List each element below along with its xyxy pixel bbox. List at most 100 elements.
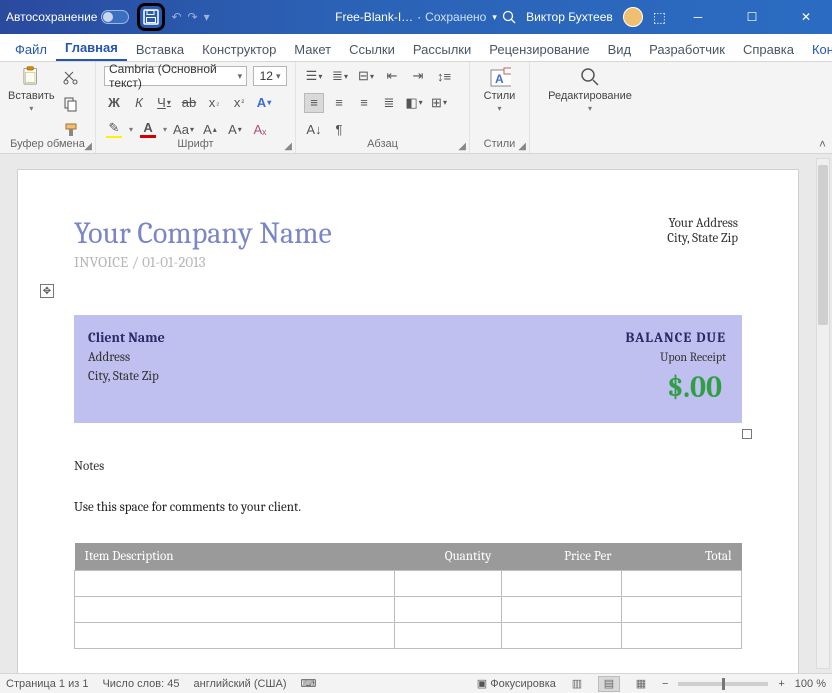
italic-button[interactable]: К xyxy=(129,93,149,113)
shading-button[interactable]: ◧▾ xyxy=(404,93,424,113)
dialog-launcher-font[interactable]: ◢ xyxy=(284,141,292,152)
numbering-button[interactable]: ≣▾ xyxy=(330,66,350,86)
balance-due-label[interactable]: BALANCE DUE xyxy=(625,329,726,346)
tab-design[interactable]: Конструктор xyxy=(193,38,285,61)
font-color-button[interactable]: А xyxy=(138,119,158,139)
undo-button[interactable]: ↶ xyxy=(171,10,181,24)
strikethrough-button[interactable]: ab xyxy=(179,93,199,113)
clear-formatting-button[interactable]: Aₓ xyxy=(250,119,270,139)
styles-button[interactable]: A Стили ▾ xyxy=(478,66,521,113)
your-address-line2[interactable]: City, State Zip xyxy=(667,231,738,246)
table-row[interactable] xyxy=(75,571,742,597)
notes-text[interactable]: Use this space for comments to your clie… xyxy=(74,500,742,515)
search-button[interactable] xyxy=(502,10,516,24)
dialog-launcher-clipboard[interactable]: ◢ xyxy=(84,141,92,152)
qat-customize-button[interactable]: ▾ xyxy=(204,10,210,24)
document-page[interactable]: Your Address City, State Zip Your Compan… xyxy=(18,170,798,673)
dialog-launcher-styles[interactable]: ◢ xyxy=(518,141,526,152)
notes-heading[interactable]: Notes xyxy=(74,459,742,474)
line-spacing-button[interactable]: ↕≡ xyxy=(434,66,454,86)
justify-button[interactable]: ≣ xyxy=(379,93,399,113)
balance-amount[interactable]: $.00 xyxy=(625,370,726,405)
tab-home[interactable]: Главная xyxy=(56,36,127,61)
vertical-scrollbar[interactable] xyxy=(816,158,830,669)
grow-font-button[interactable]: A▴ xyxy=(200,119,220,139)
paste-button[interactable]: Вставить ▾ xyxy=(8,66,55,113)
tab-file[interactable]: Файл xyxy=(6,38,56,61)
highlight-button[interactable]: ✎ xyxy=(104,119,124,139)
tab-view[interactable]: Вид xyxy=(599,38,641,61)
zoom-in-button[interactable]: + xyxy=(778,678,784,690)
items-table[interactable]: Item Description Quantity Price Per Tota… xyxy=(74,543,742,649)
user-name[interactable]: Виктор Бухтеев xyxy=(526,10,613,24)
bold-button[interactable]: Ж xyxy=(104,93,124,113)
tab-review[interactable]: Рецензирование xyxy=(480,38,598,61)
upon-receipt[interactable]: Upon Receipt xyxy=(625,350,726,364)
redo-button[interactable]: ↷ xyxy=(188,10,198,24)
align-right-button[interactable]: ≡ xyxy=(354,93,374,113)
bullets-button[interactable]: ☰▾ xyxy=(304,66,324,86)
borders-button[interactable]: ⊞▾ xyxy=(429,93,449,113)
status-page[interactable]: Страница 1 из 1 xyxy=(6,678,88,690)
zoom-out-button[interactable]: − xyxy=(662,678,668,690)
change-case-button[interactable]: Aa▾ xyxy=(172,119,195,139)
balance-box[interactable]: Client Name Address City, State Zip BALA… xyxy=(74,315,742,423)
ribbon-display-options[interactable]: ⬚ xyxy=(653,9,666,26)
cut-button[interactable] xyxy=(61,68,81,88)
editing-button[interactable]: Редактирование ▾ xyxy=(538,66,642,113)
status-word-count[interactable]: Число слов: 45 xyxy=(102,678,179,690)
accessibility-icon[interactable]: ⌨ xyxy=(301,677,317,690)
superscript-button[interactable]: x² xyxy=(229,93,249,113)
status-language[interactable]: английский (США) xyxy=(194,678,287,690)
show-marks-button[interactable]: ¶ xyxy=(329,119,349,139)
shrink-font-button[interactable]: A▾ xyxy=(225,119,245,139)
maximize-button[interactable]: ☐ xyxy=(730,0,774,34)
close-button[interactable]: ✕ xyxy=(784,0,828,34)
tab-layout[interactable]: Макет xyxy=(285,38,340,61)
sort-button[interactable]: A↓ xyxy=(304,119,324,139)
tab-insert[interactable]: Вставка xyxy=(127,38,193,61)
scrollbar-thumb[interactable] xyxy=(818,165,828,325)
user-avatar-icon[interactable] xyxy=(623,7,643,27)
font-size-input[interactable]: 12▾ xyxy=(253,66,287,86)
format-painter-button[interactable] xyxy=(61,120,81,140)
collapse-ribbon-button[interactable]: ˄ xyxy=(819,137,826,151)
align-left-button[interactable]: ≡ xyxy=(304,93,324,113)
autosave-toggle[interactable]: Автосохранение xyxy=(6,10,129,24)
tab-references[interactable]: Ссылки xyxy=(340,38,404,61)
table-move-handle[interactable]: ✥ xyxy=(40,284,54,298)
increase-indent-button[interactable]: ⇥ xyxy=(408,66,428,86)
subscript-button[interactable]: x₂ xyxy=(204,93,224,113)
table-resize-handle[interactable] xyxy=(742,429,752,439)
tab-help[interactable]: Справка xyxy=(734,38,803,61)
zoom-level[interactable]: 100 % xyxy=(795,678,826,690)
zoom-slider[interactable] xyxy=(678,682,768,686)
text-effects-button[interactable]: A▾ xyxy=(254,93,274,113)
client-address[interactable]: Address xyxy=(88,350,165,365)
focus-mode-button[interactable]: ▣ Фокусировка xyxy=(477,677,556,690)
align-center-button[interactable]: ≡ xyxy=(329,93,349,113)
decrease-indent-button[interactable]: ⇤ xyxy=(382,66,402,86)
company-name[interactable]: Your Company Name xyxy=(74,216,742,251)
tab-developer[interactable]: Разработчик xyxy=(640,38,734,61)
underline-button[interactable]: Ч▾ xyxy=(154,93,174,113)
read-mode-button[interactable]: ▥ xyxy=(566,676,588,692)
web-layout-button[interactable]: ▦ xyxy=(630,676,652,692)
invoice-line[interactable]: INVOICE / 01-01-2013 xyxy=(74,253,742,271)
autosave-switch-icon[interactable] xyxy=(101,10,129,24)
print-layout-button[interactable]: ▤ xyxy=(598,676,620,692)
your-address-line1[interactable]: Your Address xyxy=(667,216,738,231)
table-row[interactable] xyxy=(75,597,742,623)
font-name-input[interactable]: Cambria (Основной текст)▾ xyxy=(104,66,247,86)
chevron-down-icon[interactable]: ▾ xyxy=(492,12,497,23)
tab-table-design[interactable]: Конструктор xyxy=(803,38,832,61)
dialog-launcher-paragraph[interactable]: ◢ xyxy=(458,141,466,152)
client-city[interactable]: City, State Zip xyxy=(88,369,165,384)
copy-button[interactable] xyxy=(61,94,81,114)
document-name[interactable]: Free-Blank-I… xyxy=(335,10,413,24)
client-name[interactable]: Client Name xyxy=(88,329,165,346)
multilevel-list-button[interactable]: ⊟▾ xyxy=(356,66,376,86)
tab-mailings[interactable]: Рассылки xyxy=(404,38,480,61)
save-button[interactable] xyxy=(137,3,165,31)
minimize-button[interactable]: ─ xyxy=(676,0,720,34)
